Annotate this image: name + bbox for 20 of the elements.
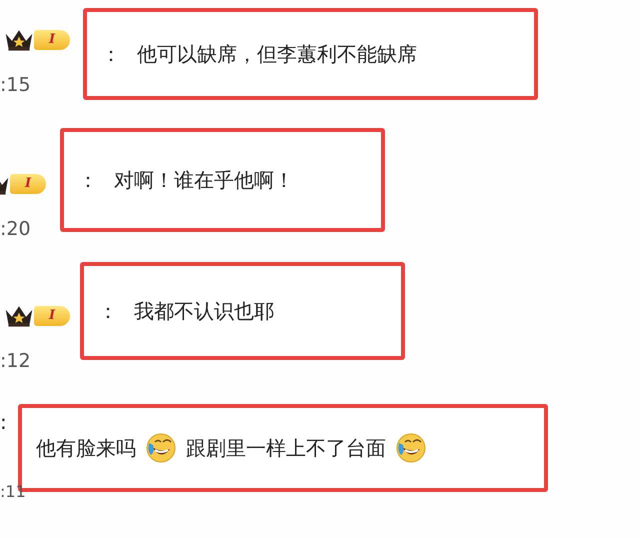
comment-text: 他可以缺席，但李蕙利不能缺席 — [137, 40, 417, 68]
level-tag: I — [10, 174, 46, 194]
colon: ： — [78, 166, 98, 194]
level-tag: I — [34, 306, 70, 326]
comment-time: :11 — [0, 482, 26, 501]
laughing-crying-emoji-icon — [146, 433, 176, 463]
colon: ： — [98, 298, 118, 324]
comment-time: :15 — [0, 74, 31, 96]
laughing-crying-emoji-icon — [396, 433, 426, 463]
colon: : — [0, 410, 7, 434]
crown-icon — [4, 304, 34, 328]
comment-time: :12 — [0, 350, 31, 372]
comment-time: :20 — [0, 218, 31, 240]
comment-text: 我都不认识也耶 — [134, 298, 274, 324]
crown-icon — [4, 28, 34, 52]
comment-text: 对啊！谁在乎他啊！ — [114, 166, 294, 194]
level-tag: I — [34, 30, 70, 50]
comment-text: 跟剧里一样上不了台面 — [186, 434, 386, 462]
colon: ： — [101, 40, 121, 68]
comment-text: 他有脸来吗 — [36, 434, 136, 462]
